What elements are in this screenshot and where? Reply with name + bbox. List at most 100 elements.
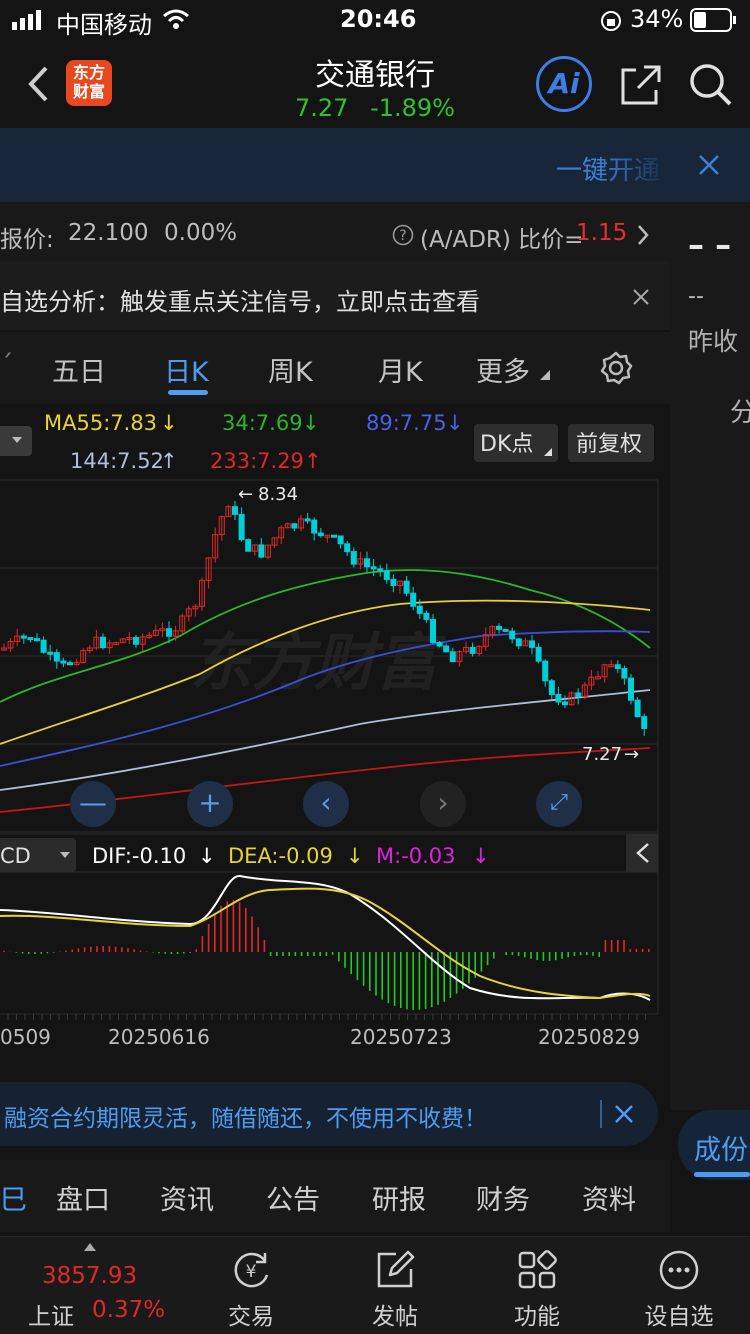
tab-news[interactable]: 资讯 xyxy=(160,1178,214,1217)
tab-announcements[interactable]: 公告 xyxy=(266,1178,320,1217)
tab-daily-k[interactable]: 日K xyxy=(164,350,209,389)
battery-icon xyxy=(690,8,736,32)
prev-close-value: -- xyxy=(688,284,704,309)
high-arrow: ← xyxy=(238,484,253,505)
last-price-label: 7.27 xyxy=(582,744,622,765)
candle-body xyxy=(509,630,516,640)
rotation-lock-icon xyxy=(601,11,621,31)
candle-body xyxy=(449,651,456,663)
svg-text:?: ? xyxy=(399,228,406,244)
ma89-legend: 89:7.75 xyxy=(366,411,447,435)
promo-text: 融资合约期限灵活，随借随还，不使用不收费！ xyxy=(4,1106,487,1132)
m-legend: M:-0.03 xyxy=(376,844,456,868)
close-icon[interactable] xyxy=(614,1104,634,1124)
tab-more[interactable]: 更多 xyxy=(476,350,530,389)
nav-trade[interactable]: ¥ 交易 xyxy=(196,1249,306,1331)
kline-chart-area: MA55:7.83 ↓ 34:7.69 ↓ 89:7.75 ↓ 144:7.52… xyxy=(0,404,670,1068)
help-icon[interactable]: ? xyxy=(392,224,414,246)
bottom-nav: 3857.93 上证 0.37% ¥ 交易 发帖 功能 设自选 xyxy=(0,1236,750,1334)
chevron-right-icon[interactable] xyxy=(636,224,650,246)
candle-body xyxy=(430,618,436,643)
candle-body xyxy=(370,566,377,570)
watermark-text: 东方财富 xyxy=(190,626,447,699)
candle-body xyxy=(317,532,324,537)
index-ticker[interactable]: 3857.93 上证 0.37% xyxy=(0,1237,180,1334)
tab-five-day[interactable]: 五日 xyxy=(52,350,106,389)
panel-partial-text: 分 xyxy=(730,398,750,428)
tab-monthly-k[interactable]: 月K xyxy=(378,350,423,389)
constituents-tab[interactable]: 成份 xyxy=(678,1110,750,1180)
date-label: 20250616 xyxy=(108,1025,210,1049)
candle-body xyxy=(496,625,502,630)
candle-body xyxy=(53,652,60,662)
index-name: 上证 xyxy=(28,1304,74,1330)
edit-icon xyxy=(377,1250,415,1288)
date-label: 20250723 xyxy=(350,1025,452,1049)
right-quote-panel: – – -- 昨收 分 成份 xyxy=(670,202,750,1180)
candle-body xyxy=(133,637,139,645)
svg-text:前复权: 前复权 xyxy=(576,432,642,457)
margin-promo-banner[interactable]: 融资合约期限灵活，随借随还，不使用不收费！ xyxy=(0,1082,658,1146)
tab-order-book[interactable]: 盘口 xyxy=(56,1178,110,1217)
zoom-in-button[interactable]: + xyxy=(187,781,233,827)
ma55-arrow: ↓ xyxy=(160,411,178,435)
candle-body xyxy=(60,660,67,664)
candle-body xyxy=(304,518,311,522)
watchlist-notice[interactable]: 自选分析：触发重点关注信号，立即点击查看 xyxy=(0,262,670,330)
candle-body xyxy=(502,628,509,632)
ma34-arrow: ↓ xyxy=(302,411,320,435)
stock-header: 东方 财富 交通银行 7.27 -1.89% Ai xyxy=(0,40,750,128)
candle-body xyxy=(562,701,568,706)
scroll-left-button[interactable]: ‹ xyxy=(303,781,349,827)
ma55-legend: MA55:7.83 xyxy=(44,411,157,435)
svg-text:↓: ↓ xyxy=(198,844,216,868)
tab-profile[interactable]: 资料 xyxy=(582,1178,636,1217)
candle-body xyxy=(232,506,238,515)
nav-functions[interactable]: 功能 xyxy=(482,1249,592,1331)
tab-research[interactable]: 研报 xyxy=(372,1178,426,1217)
dif-line xyxy=(0,875,651,1001)
fullscreen-button[interactable]: ⤢ xyxy=(536,781,582,827)
search-icon[interactable] xyxy=(688,62,734,108)
tab-financials[interactable]: 财务 xyxy=(476,1178,530,1217)
svg-text:↓: ↓ xyxy=(472,844,490,868)
candle-body xyxy=(436,641,443,647)
candle-body xyxy=(364,558,370,568)
svg-text:¥: ¥ xyxy=(246,1262,257,1282)
yen-refresh-icon: ¥ xyxy=(234,1252,269,1288)
close-icon[interactable] xyxy=(698,154,720,176)
svg-text:CD: CD xyxy=(0,844,31,868)
nav-post[interactable]: 发帖 xyxy=(340,1249,450,1331)
candle-body xyxy=(20,635,27,639)
candle-body xyxy=(529,640,535,648)
candle-body xyxy=(238,513,245,541)
price-placeholder: – – xyxy=(688,226,732,264)
candle-body xyxy=(628,677,634,701)
hk-price-label: 报价: xyxy=(0,227,54,253)
collapse-indicator-button[interactable] xyxy=(626,834,658,872)
more-icon xyxy=(659,1250,699,1290)
nav-add-watchlist[interactable]: 设自选 xyxy=(624,1249,734,1331)
zoom-out-button[interactable]: — xyxy=(70,781,116,827)
candle-body xyxy=(337,535,344,545)
candle-body xyxy=(469,646,476,654)
close-icon[interactable] xyxy=(632,288,650,306)
index-change: 0.37% xyxy=(92,1297,166,1323)
candle-body xyxy=(641,716,648,729)
tab-weekly-k[interactable]: 周K xyxy=(268,350,313,389)
ma34-legend: 34:7.69 xyxy=(222,411,303,435)
share-icon[interactable] xyxy=(620,64,662,106)
open-account-banner[interactable]: 一键开通 xyxy=(0,128,750,202)
ai-button[interactable]: Ai xyxy=(536,56,592,112)
date-label: 0509 xyxy=(0,1025,51,1049)
index-value: 3857.93 xyxy=(42,1263,138,1289)
scroll-right-button[interactable]: › xyxy=(420,781,466,827)
macd-lines xyxy=(0,875,651,1001)
candle-body xyxy=(100,636,106,649)
candle-body xyxy=(614,664,621,670)
candle-body xyxy=(542,660,549,682)
candle-body xyxy=(377,568,384,572)
gear-icon[interactable] xyxy=(598,350,634,386)
candle-body xyxy=(311,519,318,534)
ma233-arrow: ↑ xyxy=(304,449,322,473)
